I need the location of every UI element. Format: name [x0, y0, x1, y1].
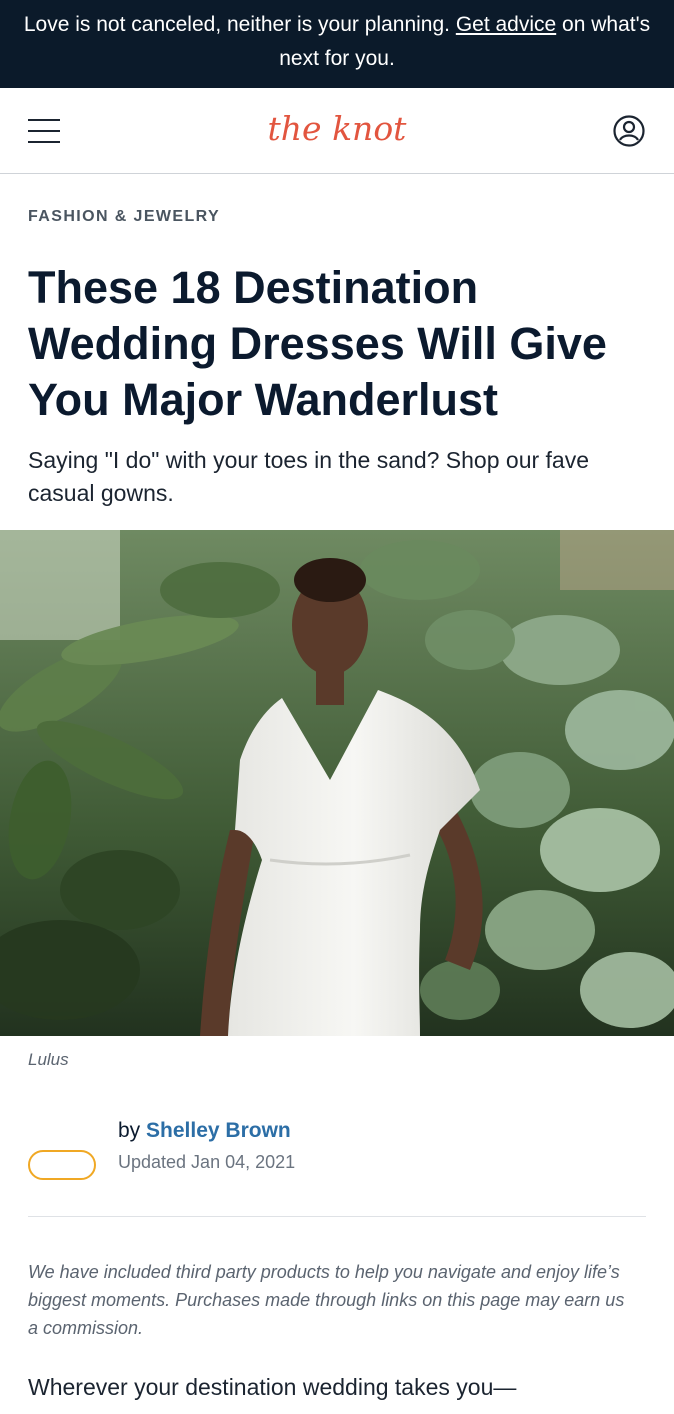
- announcement-banner: Love is not canceled, neither is your pl…: [0, 0, 674, 88]
- image-credit: Lulus: [28, 1050, 69, 1069]
- the-knot-logo[interactable]: the knot: [262, 104, 412, 154]
- divider: [28, 1216, 646, 1217]
- article-category-link[interactable]: FASHION & JEWELRY: [28, 208, 220, 226]
- user-account-icon[interactable]: [612, 114, 646, 148]
- article-body-text: Wherever your destination wedding takes …: [28, 1374, 517, 1400]
- banner-text-before: Love is not canceled, neither is your pl…: [23, 13, 456, 36]
- updated-date: Updated Jan 04, 2021: [118, 1152, 296, 1172]
- byline-prefix: by: [118, 1119, 141, 1142]
- article-subtitle: Saying "I do" with your toes in the sand…: [28, 447, 590, 506]
- affiliate-disclaimer: We have included third party products to…: [28, 1262, 625, 1338]
- site-header: the knot: [0, 88, 674, 174]
- hamburger-menu-icon[interactable]: [28, 117, 62, 145]
- svg-text:the knot: the knot: [268, 109, 408, 148]
- article-title: These 18 Destination Wedding Dresses Wil…: [28, 262, 607, 425]
- author-avatar: [28, 1150, 96, 1180]
- hero-image: [0, 530, 674, 1036]
- author-link[interactable]: Shelley Brown: [146, 1119, 291, 1142]
- byline: by Shelley Brown: [118, 1119, 291, 1143]
- get-advice-link[interactable]: Get advice: [456, 13, 556, 36]
